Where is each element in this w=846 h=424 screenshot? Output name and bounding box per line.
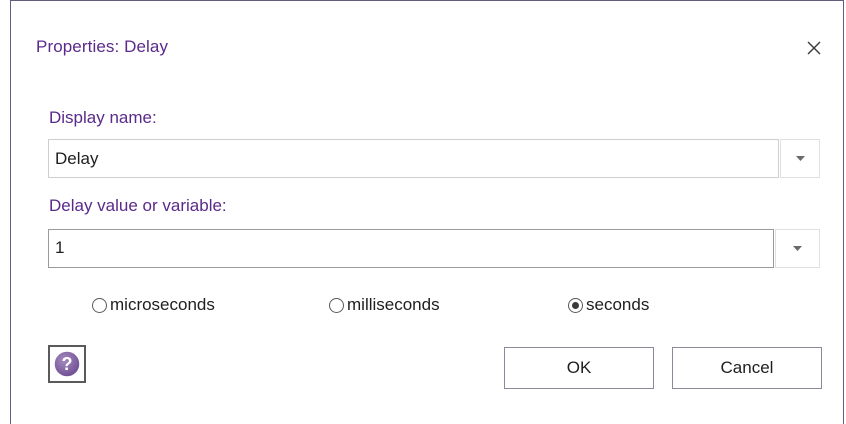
delay-value-dropdown-button[interactable] bbox=[775, 229, 820, 268]
properties-dialog: Properties: Delay Display name: Delay De… bbox=[10, 0, 844, 424]
help-button[interactable]: ? bbox=[48, 345, 86, 383]
radio-label: milliseconds bbox=[347, 295, 440, 314]
radio-circle-selected bbox=[568, 297, 583, 313]
close-button[interactable] bbox=[797, 31, 831, 65]
radio-circle bbox=[329, 297, 344, 313]
ok-button[interactable]: OK bbox=[504, 347, 654, 389]
display-name-label: Display name: bbox=[49, 108, 157, 127]
radio-label: microseconds bbox=[110, 295, 215, 314]
radio-dot bbox=[572, 301, 579, 309]
svg-text:?: ? bbox=[62, 354, 73, 374]
radio-circle bbox=[92, 297, 107, 313]
radio-seconds[interactable]: seconds bbox=[568, 295, 649, 315]
display-name-value: Delay bbox=[55, 149, 99, 168]
radio-label: seconds bbox=[586, 295, 650, 314]
delay-value-input[interactable] bbox=[50, 231, 780, 265]
chevron-down-icon bbox=[795, 156, 805, 161]
cancel-button[interactable]: Cancel bbox=[672, 347, 822, 389]
chevron-down-icon bbox=[793, 246, 802, 251]
dialog-title: Properties: Delay bbox=[36, 37, 169, 56]
question-circle-icon: ? bbox=[53, 350, 81, 378]
delay-value-field[interactable] bbox=[48, 229, 780, 268]
radio-milliseconds[interactable]: milliseconds bbox=[329, 295, 440, 315]
display-name-field[interactable]: Delay bbox=[48, 139, 779, 178]
delay-value-label: Delay value or variable: bbox=[49, 196, 227, 215]
title-bar: Properties: Delay bbox=[11, 1, 843, 91]
display-name-dropdown-button[interactable] bbox=[780, 139, 820, 178]
radio-microseconds[interactable]: microseconds bbox=[92, 295, 215, 315]
close-icon bbox=[807, 41, 821, 55]
